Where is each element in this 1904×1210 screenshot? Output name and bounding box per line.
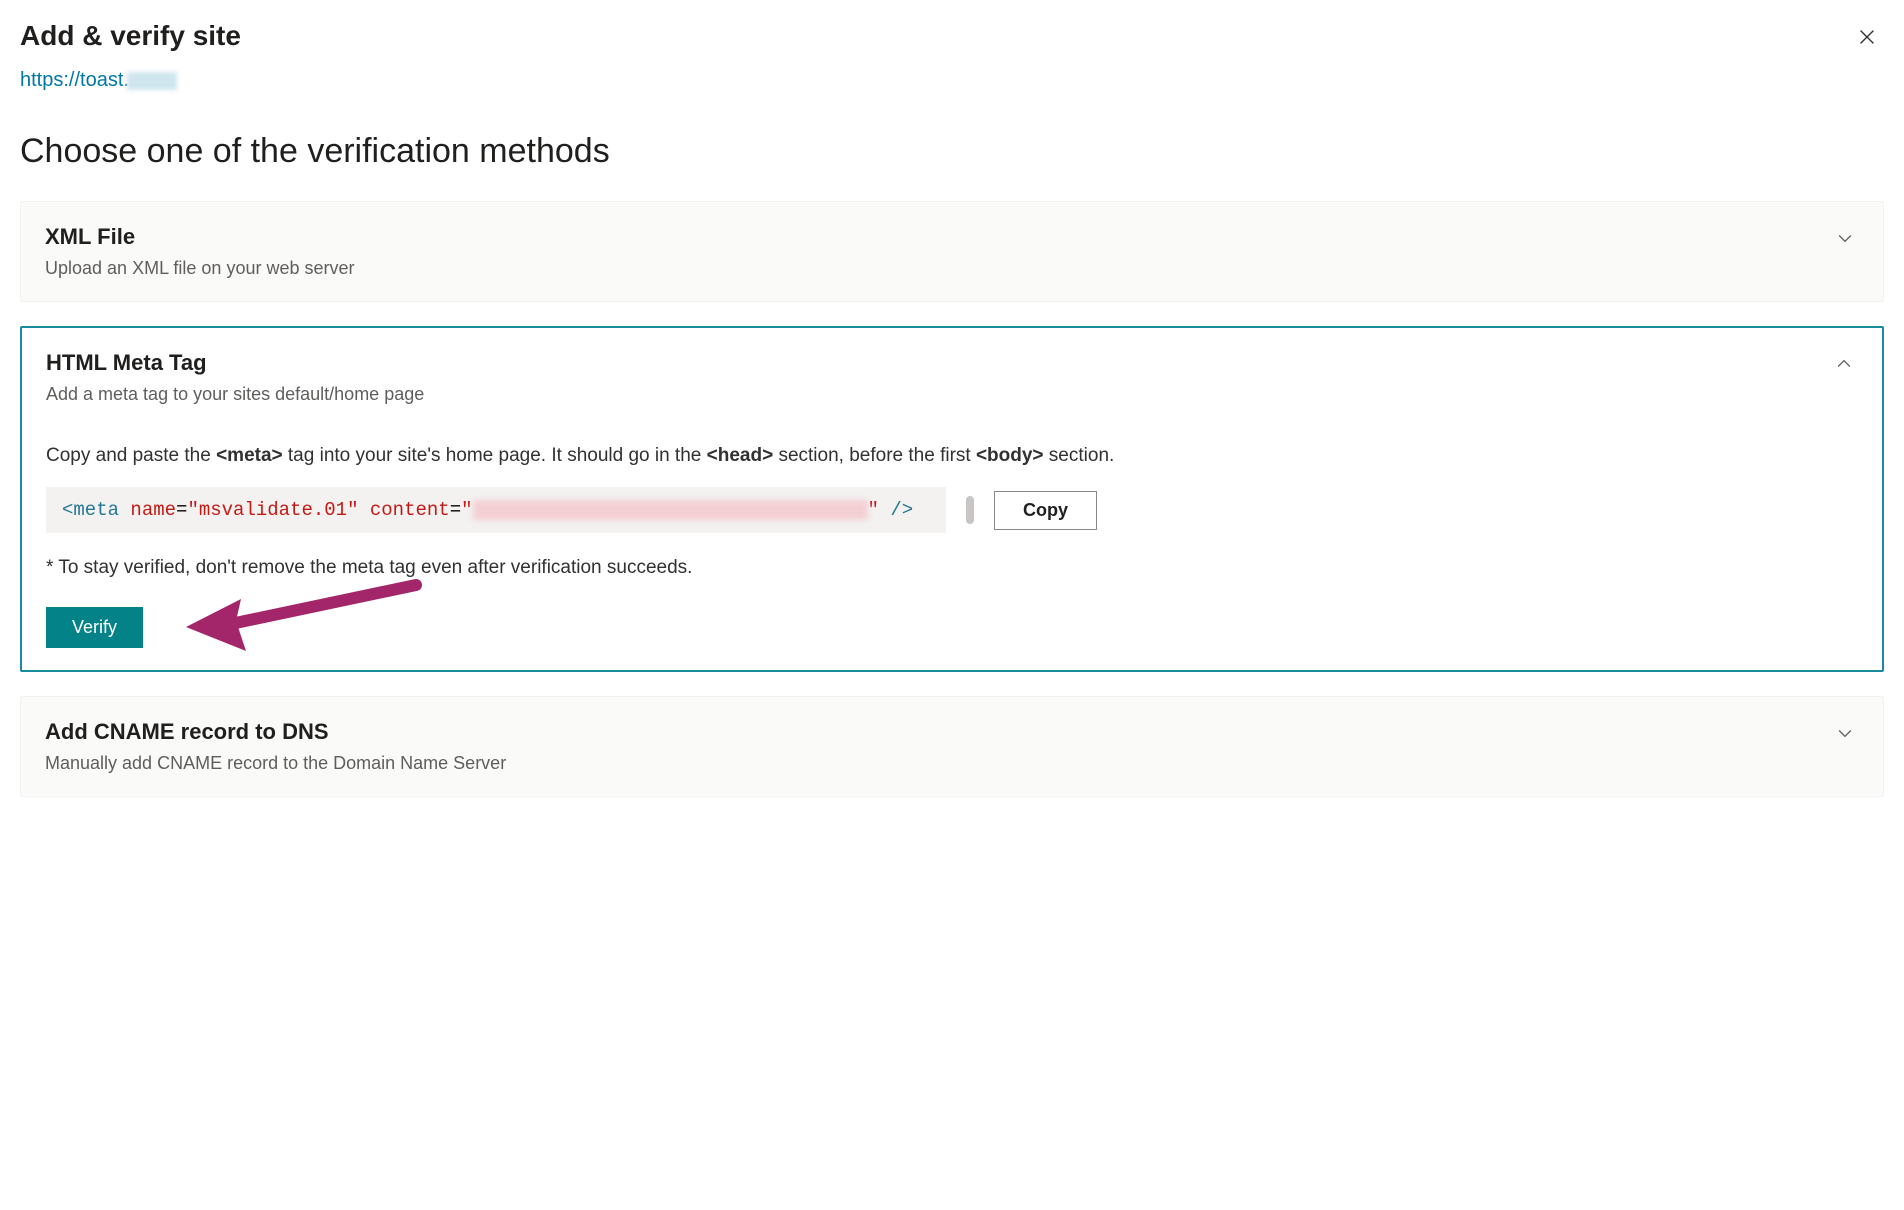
meta-tag-code[interactable]: <meta name="msvalidate.01" content="" /> <box>46 487 946 533</box>
method-desc: Add a meta tag to your sites default/hom… <box>46 384 424 405</box>
stay-verified-note: * To stay verified, don't remove the met… <box>46 557 1858 579</box>
chevron-down-icon <box>1831 224 1859 257</box>
method-title: Add CNAME record to DNS <box>45 719 506 745</box>
method-cname-dns[interactable]: Add CNAME record to DNS Manually add CNA… <box>20 696 1884 797</box>
chevron-up-icon <box>1830 350 1858 383</box>
method-html-meta-tag: HTML Meta Tag Add a meta tag to your sit… <box>20 326 1884 672</box>
method-header[interactable]: HTML Meta Tag Add a meta tag to your sit… <box>46 350 1858 405</box>
page-title: Add & verify site <box>20 20 241 52</box>
copy-button[interactable]: Copy <box>994 491 1097 530</box>
method-desc: Manually add CNAME record to the Domain … <box>45 753 506 774</box>
chevron-down-icon <box>1831 719 1859 752</box>
redacted-domain <box>127 72 177 90</box>
verify-button[interactable]: Verify <box>46 607 143 648</box>
site-url-text: https://toast. <box>20 69 129 91</box>
method-title: HTML Meta Tag <box>46 350 424 376</box>
method-title: XML File <box>45 224 355 250</box>
instruction-text: Copy and paste the <meta> tag into your … <box>46 445 1858 467</box>
site-url-link[interactable]: https://toast. <box>20 69 177 92</box>
method-xml-file[interactable]: XML File Upload an XML file on your web … <box>20 201 1884 302</box>
method-desc: Upload an XML file on your web server <box>45 258 355 279</box>
annotation-arrow <box>186 577 426 662</box>
close-icon <box>1856 26 1878 48</box>
section-subtitle: Choose one of the verification methods <box>20 132 1884 171</box>
close-button[interactable] <box>1850 20 1884 59</box>
scrollbar-thumb[interactable] <box>966 496 974 524</box>
redacted-token <box>473 500 868 520</box>
